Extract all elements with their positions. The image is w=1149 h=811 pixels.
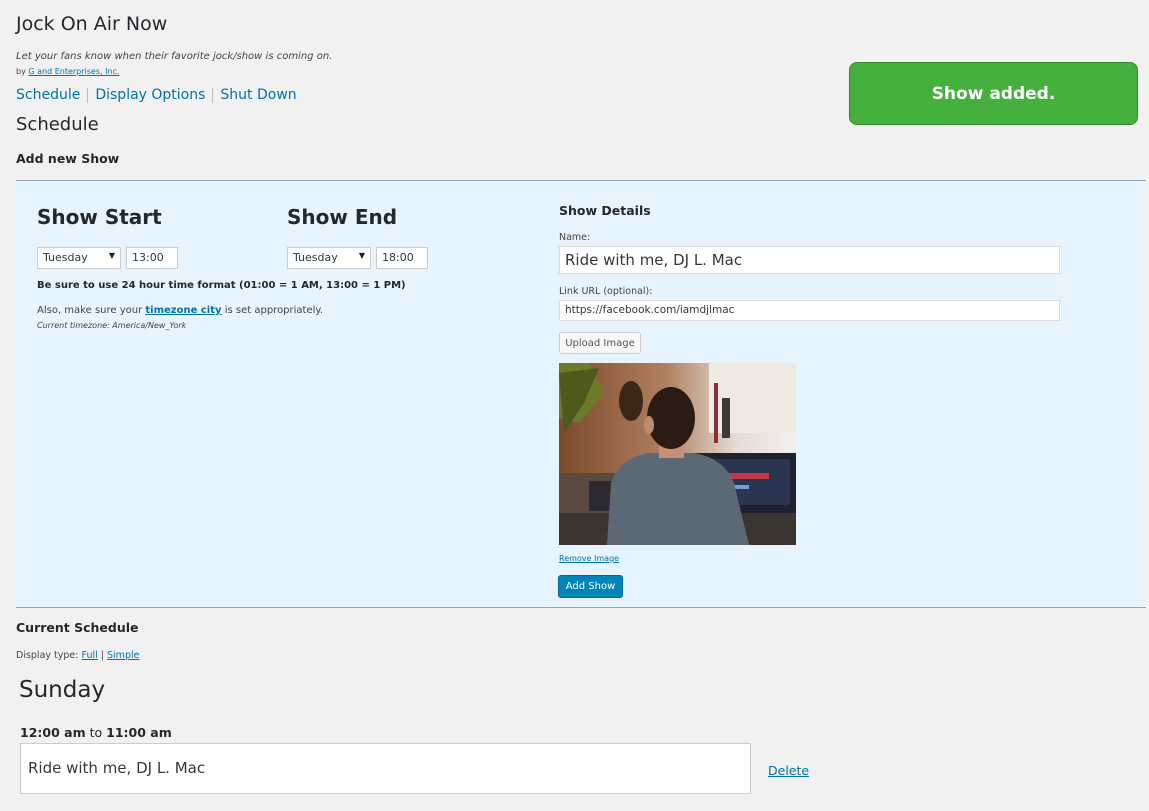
display-full-link[interactable]: Full [82,650,98,661]
upload-image-button[interactable]: Upload Image [559,332,641,354]
page-title: Schedule [16,114,99,135]
nav-divider [87,87,89,103]
plugin-title: Jock On Air Now [16,13,168,35]
entry-to-label: to [89,725,103,740]
entry-time-range: 12:00 am to 11:00 am [20,725,172,740]
plugin-byline: by G and Enterprises, Inc. [16,67,119,76]
show-end-day-value: Tuesday [293,251,338,264]
entry-start-time: 12:00 am [20,725,86,740]
link-url-label: Link URL (optional): [559,286,653,297]
add-new-show-heading: Add new Show [16,151,120,166]
show-end-day-select[interactable]: Tuesday ▼ [287,247,371,269]
show-details-title: Show Details [559,203,651,218]
timezone-hint-suffix: is set appropriately. [224,305,324,316]
chevron-down-icon: ▼ [358,251,365,260]
link-url-input[interactable]: https://facebook.com/iamdjlmac [559,300,1060,321]
show-end-title: Show End [287,205,398,229]
display-type-separator: | [100,650,104,661]
timezone-hint-prefix: Also, make sure your [37,305,143,316]
show-start-day-select[interactable]: Tuesday ▼ [37,247,121,269]
add-show-button[interactable]: Add Show [558,575,623,598]
timezone-hint: Also, make sure your timezone city is se… [37,305,323,316]
nav-schedule[interactable]: Schedule [16,87,80,103]
timezone-city-link[interactable]: timezone city [145,305,221,316]
chevron-down-icon: ▼ [108,251,115,260]
current-schedule-heading: Current Schedule [16,620,139,635]
author-link[interactable]: G and Enterprises, Inc. [28,67,119,76]
show-name-input[interactable]: Ride with me, DJ L. Mac [559,246,1060,274]
display-type-label: Display type: [16,650,79,661]
show-start-day-value: Tuesday [43,251,88,264]
name-label: Name: [559,232,591,243]
byline-prefix: by [16,67,26,76]
day-heading-sunday: Sunday [19,677,106,703]
show-start-title: Show Start [37,205,162,229]
entry-end-time: 11:00 am [106,725,172,740]
nav-shut-down[interactable]: Shut Down [220,87,296,103]
display-type-row: Display type: Full | Simple [16,650,139,661]
success-notice: Show added. [849,62,1138,125]
nav-divider [212,87,214,103]
current-timezone: Current timezone: America/New_York [37,321,187,330]
remove-image-link[interactable]: Remove Image [559,554,619,563]
show-image [559,363,796,545]
delete-entry-link[interactable]: Delete [768,763,809,778]
show-start-time-input[interactable]: 13:00 [126,247,178,269]
display-simple-link[interactable]: Simple [107,650,139,661]
plugin-nav: Schedule Display Options Shut Down [16,87,297,103]
plugin-tagline: Let your fans know when their favorite j… [16,51,333,62]
show-end-time-input[interactable]: 18:00 [376,247,428,269]
nav-display-options[interactable]: Display Options [95,87,205,103]
schedule-entry-name-field[interactable]: Ride with me, DJ L. Mac [20,743,751,794]
time-format-hint: Be sure to use 24 hour time format (01:0… [37,280,406,291]
